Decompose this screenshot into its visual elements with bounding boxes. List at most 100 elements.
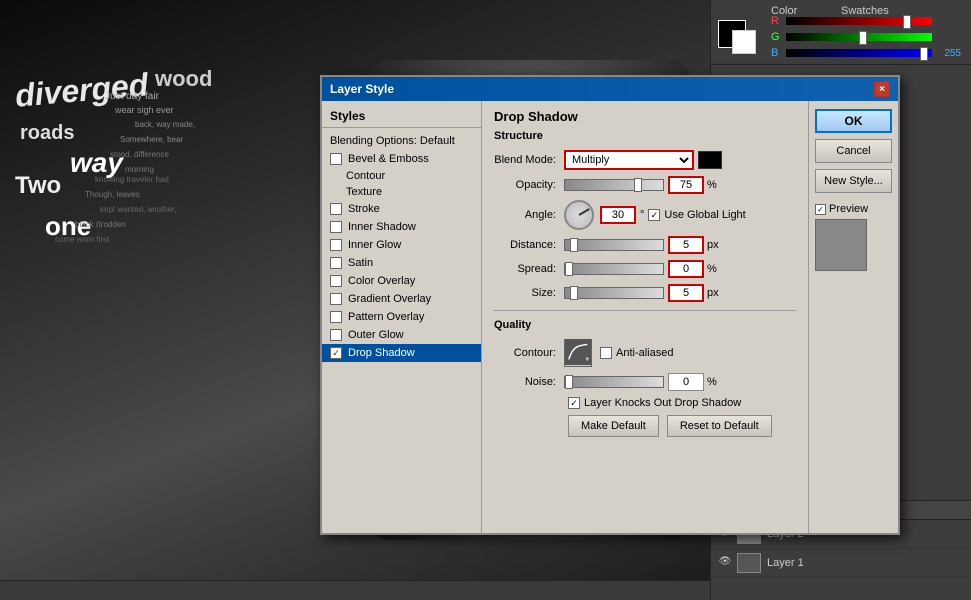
satin-item[interactable]: Satin <box>322 254 481 272</box>
global-light-checkbox[interactable] <box>648 209 660 221</box>
noise-slider[interactable] <box>564 376 664 388</box>
outer-glow-checkbox[interactable] <box>330 329 342 341</box>
color-swatches-panel: Color Swatches R G B <box>711 0 971 65</box>
layer-1-name: Layer 1 <box>767 557 804 569</box>
inner-glow-label: Inner Glow <box>348 239 401 251</box>
styles-label: Styles <box>330 109 365 123</box>
status-bar <box>0 580 710 600</box>
contour-dropdown[interactable] <box>564 339 592 367</box>
spread-slider-container: % <box>564 260 796 278</box>
preview-checkbox-label[interactable]: Preview <box>815 203 892 215</box>
contour-control: Anti-aliased <box>564 339 673 367</box>
size-input[interactable] <box>668 284 704 302</box>
inner-glow-item[interactable]: Inner Glow <box>322 236 481 254</box>
bottom-buttons: Make Default Reset to Default <box>494 415 796 437</box>
distance-label: Distance: <box>494 239 564 251</box>
layer-knocks-label[interactable]: Layer Knocks Out Drop Shadow <box>568 397 741 409</box>
noise-unit: % <box>707 376 727 388</box>
quality-section: Quality Contour: <box>494 319 796 391</box>
noise-row: Noise: % <box>494 373 796 391</box>
blend-mode-select[interactable]: Multiply Normal Screen Overlay <box>564 150 694 170</box>
cancel-button[interactable]: Cancel <box>815 139 892 163</box>
distance-input[interactable] <box>668 236 704 254</box>
opacity-label: Opacity: <box>494 179 564 191</box>
distance-slider[interactable] <box>564 239 664 251</box>
reset-default-button[interactable]: Reset to Default <box>667 415 772 437</box>
g-slider[interactable] <box>786 33 932 41</box>
new-style-button[interactable]: New Style... <box>815 169 892 193</box>
contour-sub-item[interactable]: Contour <box>322 168 481 184</box>
blend-mode-row: Blend Mode: Multiply Normal Screen Overl… <box>494 150 796 170</box>
preview-checkbox[interactable] <box>815 204 826 215</box>
layer-style-dialog: Layer Style × Styles Blending Options: D… <box>320 75 900 535</box>
size-slider[interactable] <box>564 287 664 299</box>
inner-shadow-item[interactable]: Inner Shadow <box>322 218 481 236</box>
stroke-label: Stroke <box>348 203 380 215</box>
outer-glow-item[interactable]: Outer Glow <box>322 326 481 344</box>
noise-slider-container: % <box>564 373 796 391</box>
layer-row[interactable]: 👁 Layer 1 <box>711 549 971 578</box>
bevel-checkbox[interactable] <box>330 153 342 165</box>
ok-button[interactable]: OK <box>815 109 892 133</box>
satin-checkbox[interactable] <box>330 257 342 269</box>
shadow-color-swatch[interactable] <box>698 151 722 169</box>
degree-symbol: ° <box>640 209 644 221</box>
drop-shadow-item[interactable]: Drop Shadow <box>322 344 481 362</box>
make-default-button[interactable]: Make Default <box>568 415 659 437</box>
dialog-buttons: OK Cancel New Style... Preview <box>808 101 898 533</box>
spread-unit: % <box>707 263 727 275</box>
anti-aliased-checkbox[interactable] <box>600 347 612 359</box>
spread-slider[interactable] <box>564 263 664 275</box>
stroke-checkbox[interactable] <box>330 203 342 215</box>
color-swatch-area[interactable] <box>716 18 766 58</box>
global-light-label[interactable]: Use Global Light <box>648 209 745 221</box>
color-overlay-item[interactable]: Color Overlay <box>322 272 481 290</box>
opacity-slider[interactable] <box>564 179 664 191</box>
word-art: diverged roads way Two one wood Just day… <box>15 60 315 520</box>
layer-eye-icon[interactable]: 👁 <box>717 556 733 570</box>
content-panel: Drop Shadow Structure Blend Mode: Multip… <box>482 101 808 533</box>
noise-label: Noise: <box>494 376 564 388</box>
action-buttons: Make Default Reset to Default <box>568 415 772 437</box>
texture-sub-item[interactable]: Texture <box>322 184 481 200</box>
size-label: Size: <box>494 287 564 299</box>
blend-mode-label: Blend Mode: <box>494 154 564 166</box>
b-slider[interactable] <box>786 49 932 57</box>
angle-widget[interactable] <box>564 200 594 230</box>
dialog-body: Styles Blending Options: Default Bevel &… <box>322 101 898 533</box>
pattern-overlay-item[interactable]: Pattern Overlay <box>322 308 481 326</box>
gradient-overlay-item[interactable]: Gradient Overlay <box>322 290 481 308</box>
size-row: Size: px <box>494 284 796 302</box>
bevel-label: Bevel & Emboss <box>348 153 429 165</box>
angle-row: Angle: ° Use Global Light <box>494 200 796 230</box>
contour-row: Contour: Anti-aliased <box>494 339 796 367</box>
spread-input[interactable] <box>668 260 704 278</box>
layer-knocks-row: Layer Knocks Out Drop Shadow <box>494 397 796 409</box>
color-overlay-checkbox[interactable] <box>330 275 342 287</box>
layer-knocks-checkbox[interactable] <box>568 397 580 409</box>
bevel-emboss-item[interactable]: Bevel & Emboss <box>322 150 481 168</box>
drop-shadow-checkbox[interactable] <box>330 347 342 359</box>
angle-input[interactable] <box>600 206 636 224</box>
rgb-sliders: R G B 255 <box>771 15 961 63</box>
color-overlay-label: Color Overlay <box>348 275 415 287</box>
noise-input[interactable] <box>668 373 704 391</box>
satin-label: Satin <box>348 257 373 269</box>
contour-icon <box>565 338 591 366</box>
anti-aliased-label[interactable]: Anti-aliased <box>600 347 673 359</box>
inner-glow-checkbox[interactable] <box>330 239 342 251</box>
preview-thumbnail <box>815 219 867 271</box>
inner-shadow-checkbox[interactable] <box>330 221 342 233</box>
distance-slider-container: px <box>564 236 796 254</box>
close-button[interactable]: × <box>874 81 890 97</box>
distance-row: Distance: px <box>494 236 796 254</box>
pattern-overlay-checkbox[interactable] <box>330 311 342 323</box>
b-value: 255 <box>936 48 961 59</box>
opacity-input[interactable] <box>668 176 704 194</box>
gradient-overlay-checkbox[interactable] <box>330 293 342 305</box>
stroke-item[interactable]: Stroke <box>322 200 481 218</box>
global-light-text: Use Global Light <box>664 209 745 221</box>
r-slider[interactable] <box>786 17 932 25</box>
dialog-titlebar: Layer Style × <box>322 77 898 101</box>
blending-options-item[interactable]: Blending Options: Default <box>322 132 481 150</box>
